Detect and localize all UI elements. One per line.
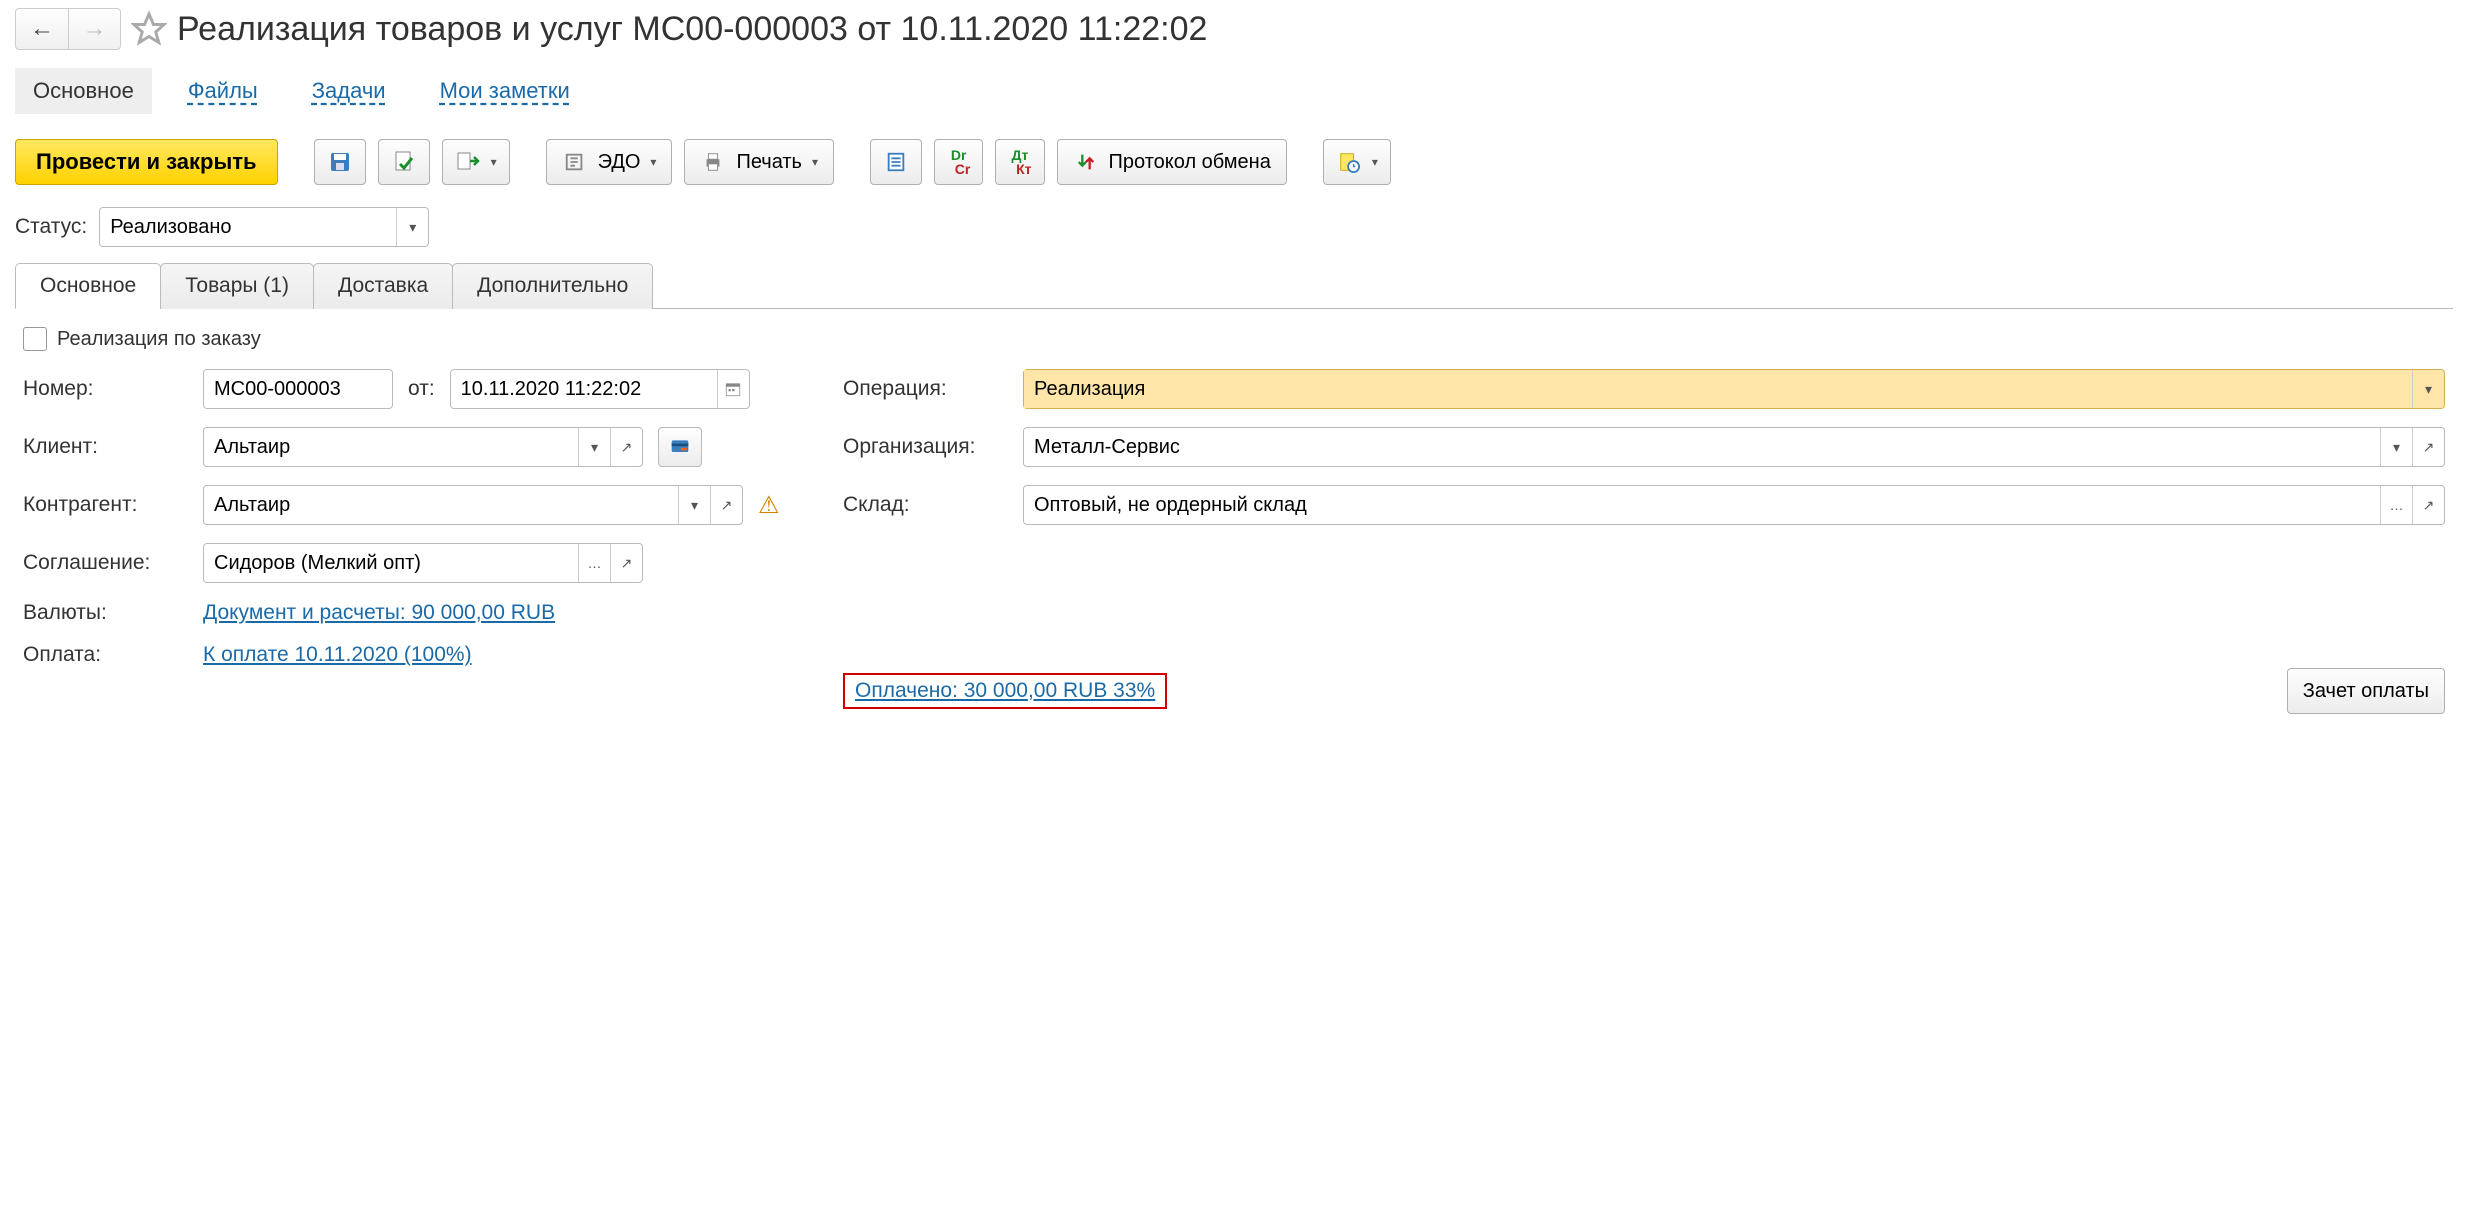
card-button[interactable] xyxy=(658,427,702,467)
agreement-combo[interactable]: … ↗ xyxy=(203,543,643,583)
dropdown-caret-icon[interactable]: ▾ xyxy=(396,208,428,246)
payment-link[interactable]: К оплате 10.11.2020 (100%) xyxy=(203,643,472,667)
org-combo[interactable]: ▾ ↗ xyxy=(1023,427,2445,467)
submit-close-button[interactable]: Провести и закрыть xyxy=(15,139,278,185)
tab-tasks[interactable]: Задачи xyxy=(294,68,404,114)
print-button[interactable]: Печать ▾ xyxy=(684,139,834,185)
warehouse-label: Склад: xyxy=(843,493,1008,517)
dropdown-caret-icon: ▾ xyxy=(650,155,656,169)
drcr-icon: Dr Cr xyxy=(947,148,970,176)
create-based-button[interactable]: ▾ xyxy=(442,139,510,185)
more-button[interactable]: ▾ xyxy=(1323,139,1391,185)
operation-label: Операция: xyxy=(843,377,1008,401)
favorite-icon[interactable] xyxy=(131,11,167,47)
pay-offset-button[interactable]: Зачет оплаты xyxy=(2287,668,2445,714)
currency-label: Валюты: xyxy=(23,601,188,625)
floppy-icon xyxy=(327,149,353,175)
toolbar: Провести и закрыть ▾ ЭДО ▾ Печать ▾ xyxy=(15,139,2453,185)
org-label: Организация: xyxy=(843,435,1008,459)
exchange-icon xyxy=(1073,149,1099,175)
paid-link[interactable]: Оплачено: 30 000,00 RUB 33% xyxy=(855,679,1155,702)
warning-icon: ⚠ xyxy=(758,491,780,520)
client-combo[interactable]: ▾ ↗ xyxy=(203,427,643,467)
tab-notes[interactable]: Мои заметки xyxy=(422,68,588,114)
subtab-delivery[interactable]: Доставка xyxy=(313,263,453,309)
status-combo[interactable]: ▾ xyxy=(99,207,429,247)
drcr-button[interactable]: Dr Cr xyxy=(934,139,983,185)
status-label: Статус: xyxy=(15,215,87,239)
payment-label: Оплата: xyxy=(23,643,188,667)
status-value[interactable] xyxy=(100,208,396,246)
exchange-protocol-button[interactable]: Протокол обмена xyxy=(1057,139,1287,185)
forward-button[interactable]: → xyxy=(68,9,120,49)
counterparty-label: Контрагент: xyxy=(23,493,188,517)
open-icon[interactable]: ↗ xyxy=(610,544,642,582)
ellipsis-icon[interactable]: … xyxy=(578,544,610,582)
order-checkbox-label: Реализация по заказу xyxy=(57,328,261,351)
open-icon[interactable]: ↗ xyxy=(2412,428,2444,466)
post-button[interactable] xyxy=(378,139,430,185)
subtab-main[interactable]: Основное xyxy=(15,263,161,309)
sub-tabs: Основное Товары (1) Доставка Дополнитель… xyxy=(15,262,2453,309)
operation-combo[interactable]: ▾ xyxy=(1023,369,2445,409)
edo-icon xyxy=(562,149,588,175)
doc-arrow-icon xyxy=(455,149,481,175)
list-icon xyxy=(883,149,909,175)
warehouse-combo[interactable]: … ↗ xyxy=(1023,485,2445,525)
dtkt-icon: Дт Кт xyxy=(1008,148,1031,176)
open-icon[interactable]: ↗ xyxy=(2412,486,2444,524)
client-label: Клиент: xyxy=(23,435,188,459)
subtab-extra[interactable]: Дополнительно xyxy=(452,263,653,309)
dropdown-caret-icon[interactable]: ▾ xyxy=(678,486,710,524)
clock-doc-icon xyxy=(1336,149,1362,175)
reports-button[interactable] xyxy=(870,139,922,185)
back-button[interactable]: ← xyxy=(16,9,68,49)
dropdown-caret-icon[interactable]: ▾ xyxy=(2380,428,2412,466)
currency-link[interactable]: Документ и расчеты: 90 000,00 RUB xyxy=(203,601,555,625)
order-checkbox[interactable] xyxy=(23,327,47,351)
date-input[interactable] xyxy=(450,369,750,409)
number-label: Номер: xyxy=(23,377,188,401)
nav-tabs: Основное Файлы Задачи Мои заметки xyxy=(15,68,2453,114)
dtkt-button[interactable]: Дт Кт xyxy=(995,139,1044,185)
paid-status-box: Оплачено: 30 000,00 RUB 33% xyxy=(843,673,1167,709)
dropdown-caret-icon: ▾ xyxy=(812,155,818,169)
dropdown-caret-icon[interactable]: ▾ xyxy=(578,428,610,466)
ellipsis-icon[interactable]: … xyxy=(2380,486,2412,524)
save-button[interactable] xyxy=(314,139,366,185)
tab-files[interactable]: Файлы xyxy=(170,68,276,114)
nav-history: ← → xyxy=(15,8,121,50)
card-icon xyxy=(667,437,693,457)
dropdown-caret-icon: ▾ xyxy=(491,155,497,169)
dropdown-caret-icon[interactable]: ▾ xyxy=(2412,370,2444,408)
open-icon[interactable]: ↗ xyxy=(610,428,642,466)
post-icon xyxy=(391,149,417,175)
subtab-goods[interactable]: Товары (1) xyxy=(160,263,314,309)
date-label: от: xyxy=(408,377,435,401)
tab-main[interactable]: Основное xyxy=(15,68,152,114)
number-input[interactable] xyxy=(203,369,393,409)
calendar-icon[interactable] xyxy=(717,370,749,408)
edo-button[interactable]: ЭДО ▾ xyxy=(546,139,673,185)
agreement-label: Соглашение: xyxy=(23,551,188,575)
page-title: Реализация товаров и услуг МС00-000003 о… xyxy=(177,10,1207,49)
printer-icon xyxy=(700,149,726,175)
dropdown-caret-icon: ▾ xyxy=(1372,155,1378,169)
counterparty-combo[interactable]: ▾ ↗ xyxy=(203,485,743,525)
open-icon[interactable]: ↗ xyxy=(710,486,742,524)
